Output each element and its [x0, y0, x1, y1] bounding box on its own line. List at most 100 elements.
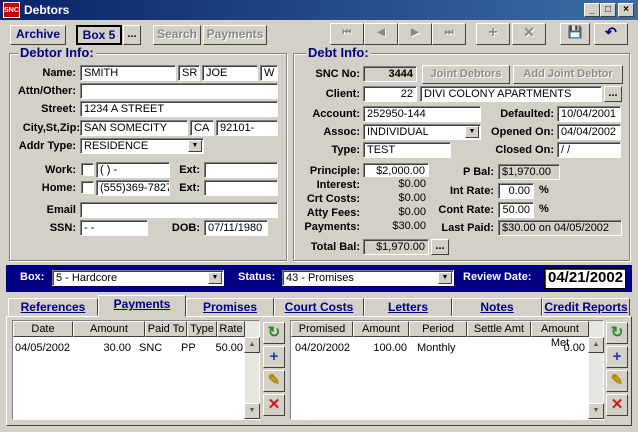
promises-col-promised[interactable]: Promised: [291, 321, 353, 337]
payments-col-date[interactable]: Date: [13, 321, 73, 337]
minimize-button[interactable]: _: [584, 3, 600, 17]
status-select[interactable]: 43 - Promises ▼: [282, 270, 454, 286]
tab-payments[interactable]: Payments: [98, 295, 186, 317]
add-icon[interactable]: +: [263, 346, 285, 368]
home-ext-field[interactable]: [204, 180, 278, 196]
client-number-field[interactable]: 22: [363, 86, 417, 102]
name-label: Name:: [42, 67, 76, 79]
box-select[interactable]: 5 - Hardcore ▼: [52, 270, 224, 286]
work-ext-field[interactable]: [204, 162, 278, 178]
add-icon[interactable]: +: [606, 346, 628, 368]
home-phone-checkbox[interactable]: [81, 181, 94, 194]
close-window-button[interactable]: ×: [618, 3, 634, 17]
first-record-icon[interactable]: ⏮: [330, 23, 364, 45]
city-field[interactable]: SAN SOMECITY: [80, 120, 188, 136]
table-row[interactable]: 04/05/2002 30.00 SNC PP 50.00: [13, 340, 245, 356]
promises-grid[interactable]: Promised Amount Period Settle Amt Amount…: [290, 320, 604, 420]
total-bal-browse-button[interactable]: ...: [431, 239, 449, 255]
search-button[interactable]: Search: [153, 25, 201, 45]
chevron-down-icon[interactable]: ▼: [438, 272, 452, 284]
tab-letters[interactable]: Letters: [364, 298, 452, 316]
cont-rate-field[interactable]: 50.00: [498, 202, 534, 218]
tab-references[interactable]: References: [8, 298, 98, 316]
attn-field[interactable]: [80, 83, 278, 99]
edit-icon[interactable]: ✎: [606, 370, 628, 392]
payments-grid[interactable]: Date Amount Paid To Type Rate 04/05/2002…: [12, 320, 260, 420]
delete-icon[interactable]: ✕: [263, 394, 285, 416]
home-phone-field[interactable]: (555)369-7827: [96, 180, 170, 196]
archive-button[interactable]: Archive: [10, 25, 66, 45]
work-phone-checkbox[interactable]: [81, 163, 94, 176]
type-field[interactable]: TEST: [363, 142, 451, 158]
edit-icon[interactable]: ✎: [263, 370, 285, 392]
home-phone-label: Home:: [41, 182, 76, 194]
last-paid-label: Last Paid:: [441, 222, 494, 234]
payments-col-amount[interactable]: Amount: [73, 321, 145, 337]
email-field[interactable]: [80, 202, 278, 218]
box-button[interactable]: Box 5: [76, 25, 122, 45]
street-field[interactable]: 1234 A STREET: [80, 101, 278, 117]
opened-on-label: Opened On:: [491, 126, 554, 138]
int-rate-field[interactable]: 0.00: [498, 183, 534, 199]
scroll-down-icon[interactable]: ▼: [588, 403, 604, 419]
dob-field[interactable]: 07/11/1980: [204, 220, 268, 236]
account-field[interactable]: 252950-144: [363, 106, 481, 122]
delete-icon[interactable]: ✕: [606, 394, 628, 416]
chevron-down-icon[interactable]: ▼: [465, 126, 479, 138]
promises-col-amount[interactable]: Amount: [353, 321, 409, 337]
promises-col-amount-met[interactable]: Amount Met: [531, 321, 589, 349]
zip-field[interactable]: 92101-: [216, 120, 278, 136]
scroll-up-icon[interactable]: ▲: [244, 337, 260, 353]
opened-on-field[interactable]: 04/04/2002: [557, 124, 621, 140]
client-name-field[interactable]: DIVI COLONY APARTMENTS: [420, 86, 602, 102]
tab-court-costs[interactable]: Court Costs: [274, 298, 364, 316]
add-joint-debtor-button[interactable]: Add Joint Debtor: [513, 65, 623, 84]
promises-col-period[interactable]: Period: [409, 321, 467, 337]
save-icon[interactable]: 💾: [560, 23, 590, 45]
refresh-icon[interactable]: ↻: [606, 322, 628, 344]
payments-button[interactable]: Payments: [203, 25, 267, 45]
ssn-field[interactable]: - -: [80, 220, 148, 236]
add-record-icon[interactable]: +: [476, 23, 510, 45]
undo-icon[interactable]: ↶: [594, 23, 628, 45]
refresh-icon[interactable]: ↻: [263, 322, 285, 344]
client-browse-button[interactable]: ...: [604, 86, 622, 102]
payment-type-cell: PP: [181, 342, 196, 354]
chevron-down-icon[interactable]: ▼: [208, 272, 222, 284]
tab-credit-reports[interactable]: Credit Reports: [542, 298, 630, 316]
box-browse-button[interactable]: ...: [123, 25, 141, 45]
payment-rate-cell: 50.00: [215, 342, 243, 354]
payments-col-rate[interactable]: Rate: [217, 321, 245, 337]
int-rate-percent: %: [539, 184, 549, 196]
previous-record-icon[interactable]: ◀: [364, 23, 398, 45]
joint-debtors-button[interactable]: Joint Debtors: [422, 65, 510, 84]
promise-date-cell: 04/20/2002: [295, 342, 351, 354]
addr-type-select[interactable]: RESIDENCE ▼: [80, 138, 204, 154]
payments-col-paid-to[interactable]: Paid To: [145, 321, 187, 337]
first-name-field[interactable]: JOE: [202, 65, 258, 81]
closed-on-field[interactable]: / /: [557, 142, 621, 158]
tab-promises[interactable]: Promises: [186, 298, 274, 316]
work-phone-field[interactable]: ( ) -: [96, 162, 170, 178]
payments-label: Payments:: [304, 221, 360, 233]
delete-record-icon[interactable]: ✕: [512, 23, 546, 45]
suffix-field[interactable]: SR: [178, 65, 200, 81]
window-title: Debtors: [24, 3, 70, 17]
review-date-field[interactable]: 04/21/2002: [544, 268, 626, 289]
table-row[interactable]: 04/20/2002 100.00 Monthly 0.00: [291, 340, 589, 356]
scroll-down-icon[interactable]: ▼: [244, 403, 260, 419]
defaulted-field[interactable]: 10/04/2001: [557, 106, 621, 122]
payments-col-type[interactable]: Type: [187, 321, 217, 337]
assoc-select[interactable]: INDIVIDUAL ▼: [363, 124, 481, 140]
last-name-field[interactable]: SMITH: [80, 65, 176, 81]
promises-col-settle-amt[interactable]: Settle Amt: [467, 321, 531, 337]
scroll-up-icon[interactable]: ▲: [588, 337, 604, 353]
state-field[interactable]: CA: [190, 120, 214, 136]
last-record-icon[interactable]: ⏭: [432, 23, 466, 45]
title-bar: SNC Debtors _ □ ×: [0, 0, 638, 20]
middle-initial-field[interactable]: W: [260, 65, 278, 81]
chevron-down-icon[interactable]: ▼: [188, 140, 202, 152]
next-record-icon[interactable]: ▶: [398, 23, 432, 45]
tab-notes[interactable]: Notes: [452, 298, 542, 316]
maximize-button[interactable]: □: [600, 3, 616, 17]
